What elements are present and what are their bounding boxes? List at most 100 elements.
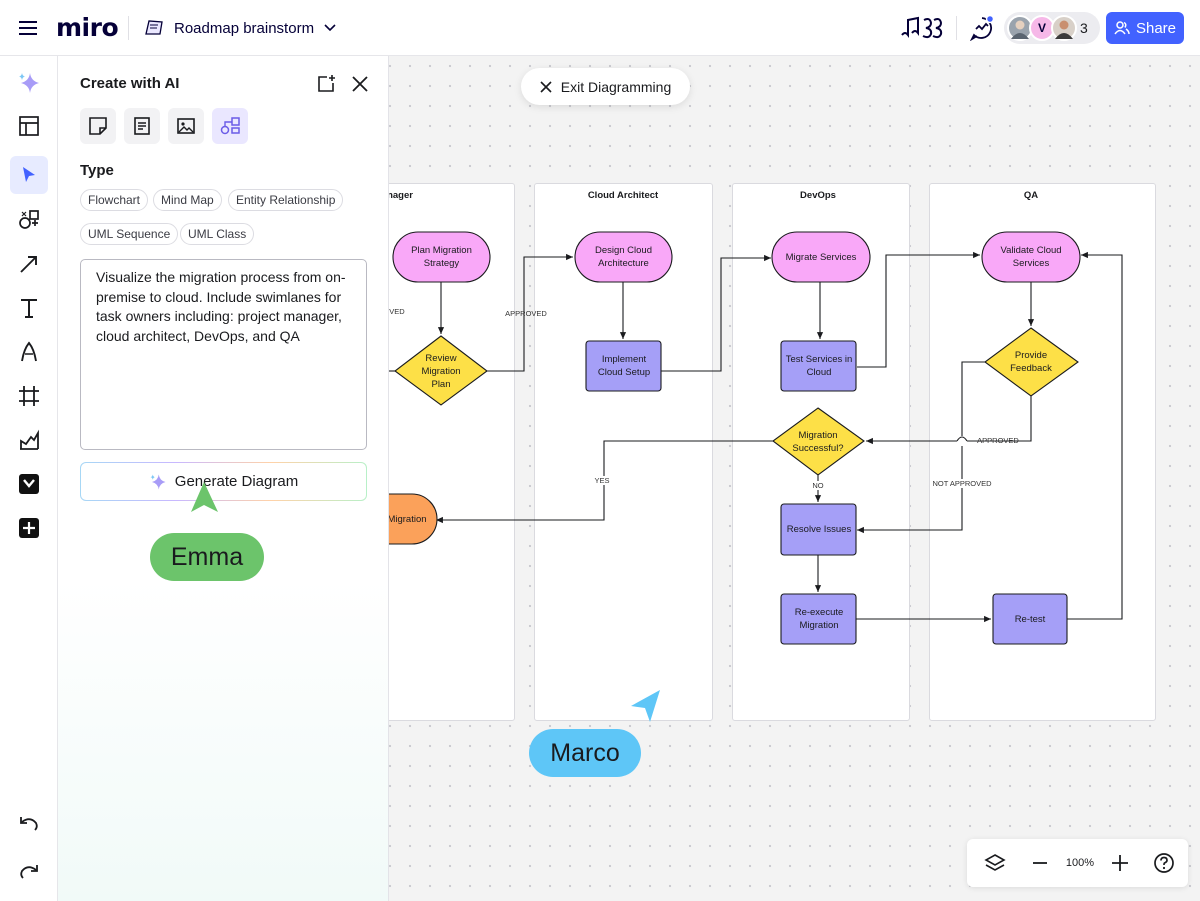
panel-title: Create with AI [80, 75, 180, 92]
board-title-text: Roadmap brainstorm [174, 19, 315, 37]
document-option[interactable] [124, 108, 160, 144]
connector-test-validate [857, 251, 980, 368]
close-icon [540, 80, 552, 93]
help-button[interactable] [1148, 847, 1180, 879]
cursor-label-marco: Marco [529, 729, 641, 777]
chip-entity-relationship[interactable]: Entity Relationship [228, 189, 344, 211]
node-plan[interactable]: Plan Migration Strategy [398, 232, 485, 282]
edge-label-approved: APPROVED [505, 309, 547, 318]
templates-tool[interactable] [10, 107, 48, 145]
edge-label-not-approved: NOT APPROVED [932, 479, 992, 488]
edge-label-approved-qa: APPROVED [977, 436, 1019, 445]
create-with-ai-panel: Create with AI Type Flowchart Mind Map E… [58, 56, 389, 901]
share-label: Share [1135, 19, 1177, 37]
frame-tool[interactable] [10, 377, 48, 415]
undo-icon [20, 817, 38, 831]
people-icon [1114, 21, 1130, 35]
node-reexecute[interactable]: Re-execute Migration [784, 594, 854, 644]
menu-icon[interactable] [14, 14, 42, 42]
plus-icon [1112, 855, 1128, 871]
board-icon [142, 16, 166, 40]
cursor-label-emma: Emma [150, 533, 264, 581]
share-button[interactable]: Share [1106, 12, 1184, 44]
miro-logo: miro [56, 12, 119, 42]
shapes-tool[interactable] [10, 201, 48, 239]
pen-icon [21, 341, 37, 362]
connector-feedback-success [866, 396, 1032, 445]
connector-retest-validate [1067, 251, 1123, 620]
zoom-controls: 100% [967, 839, 1188, 887]
zoom-in-button[interactable] [1104, 847, 1136, 879]
redo-icon [20, 865, 38, 879]
layers-icon [984, 854, 1006, 871]
minus-icon [1033, 862, 1047, 864]
sticky-note-icon [89, 117, 107, 135]
pointer-icon [23, 167, 35, 182]
chevron-down-icon[interactable] [324, 24, 336, 32]
node-design[interactable]: Design Cloud Architecture [580, 232, 667, 282]
node-success[interactable]: Migration Successful? [788, 410, 848, 473]
node-resolve[interactable]: Resolve Issues [783, 504, 855, 555]
sticky-note-option[interactable] [80, 108, 116, 144]
generate-diagram-button[interactable]: Generate Diagram [80, 462, 367, 501]
connector-implement-migrate [661, 254, 771, 372]
zoom-level[interactable]: 100% [1060, 847, 1100, 879]
undo-button[interactable] [10, 806, 48, 844]
frame-icon [19, 386, 39, 406]
layers-button[interactable] [979, 847, 1011, 879]
more-tools-button[interactable] [10, 509, 48, 547]
ai-sparkle-tool[interactable] [10, 64, 48, 102]
arrow-icon [20, 256, 37, 273]
avatar [1051, 15, 1077, 41]
document-icon [134, 117, 150, 135]
node-test[interactable]: Test Services in Cloud [784, 341, 854, 391]
close-panel-icon[interactable] [349, 73, 371, 95]
app-logo-icon [19, 474, 39, 494]
music-notes-icon[interactable] [899, 14, 945, 42]
marco-cursor-icon [631, 690, 660, 722]
edge-label-no: NO [812, 481, 824, 490]
text-icon [21, 299, 37, 318]
sparkle-icon [150, 474, 166, 489]
help-icon [1154, 853, 1174, 873]
exit-diagramming-label: Exit Diagramming [560, 78, 672, 95]
pen-tool[interactable] [10, 333, 48, 371]
node-migrate[interactable]: Migrate Services [777, 232, 865, 282]
node-implement[interactable]: Implement Cloud Setup [589, 341, 659, 391]
sparkle-icon [19, 73, 39, 93]
node-validate[interactable]: Validate Cloud Services [990, 232, 1072, 282]
exit-diagramming-button[interactable]: Exit Diagramming [521, 68, 690, 105]
emma-cursor-icon [191, 482, 218, 512]
node-retest[interactable]: Re-test [995, 594, 1065, 644]
diagram-icon [220, 117, 240, 135]
type-label: Type [80, 162, 114, 179]
board-title[interactable]: Roadmap brainstorm [174, 17, 336, 39]
node-review[interactable]: Review Migration Plan [411, 338, 471, 404]
edge-label-yes: YES [594, 476, 610, 485]
new-board-icon[interactable] [315, 73, 337, 95]
chart-tool[interactable] [10, 421, 48, 459]
app-tool[interactable] [10, 465, 48, 503]
chip-uml-sequence[interactable]: UML Sequence [80, 223, 179, 245]
text-tool[interactable] [10, 289, 48, 327]
redo-button[interactable] [10, 854, 48, 892]
reactions-icon[interactable] [968, 14, 996, 42]
plus-square-icon [19, 518, 39, 538]
top-bar: miro Roadmap brainstorm V 3 Share [0, 0, 1200, 56]
chip-mind-map[interactable]: Mind Map [153, 189, 222, 211]
diagram-option[interactable] [212, 108, 248, 144]
connection-line-tool[interactable] [10, 245, 48, 283]
prompt-textarea[interactable]: Visualize the migration process from on-… [80, 259, 367, 450]
chip-flowchart[interactable]: Flowchart [80, 189, 149, 211]
node-feedback[interactable]: Provide Feedback [1003, 330, 1059, 394]
image-option[interactable] [168, 108, 204, 144]
layout-icon [19, 116, 39, 136]
zoom-out-button[interactable] [1024, 847, 1056, 879]
chart-icon [20, 429, 39, 450]
shapes-icon [19, 210, 39, 229]
collaborator-count: 3 [1080, 20, 1088, 36]
left-toolbar [0, 56, 58, 901]
collaborators-group[interactable]: V 3 [1004, 12, 1100, 44]
chip-uml-class[interactable]: UML Class [180, 223, 255, 245]
select-tool[interactable] [10, 156, 48, 194]
